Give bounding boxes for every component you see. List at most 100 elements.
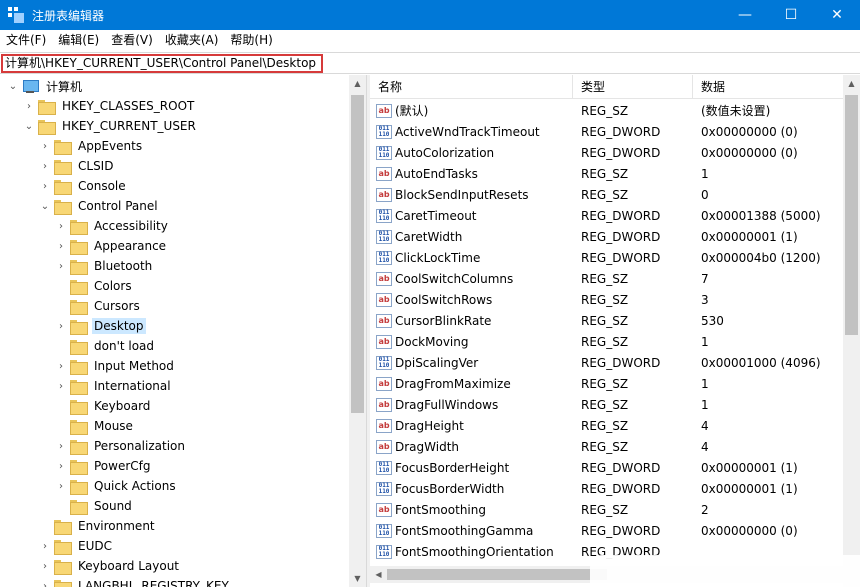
tree-item[interactable]: › Accessibility	[56, 216, 170, 236]
value-data: 0x00000000 (0)	[701, 145, 798, 160]
value-list[interactable]: 名称 类型 数据 ab (默认) REG_SZ (数值未设置) 011 110 Activ…	[370, 75, 843, 587]
tree-item[interactable]: › Bluetooth	[56, 256, 154, 276]
tree-item[interactable]: ⌄ Control Panel	[40, 196, 160, 216]
chevron-right-icon[interactable]: ›	[40, 136, 50, 156]
chevron-right-icon[interactable]: ›	[56, 436, 66, 456]
tree-item[interactable]: › International	[56, 376, 173, 396]
value-row[interactable]: 011 110 ClickLockTime REG_DWORD 0x000004b0 …	[370, 247, 843, 268]
chevron-right-icon[interactable]: ›	[24, 96, 34, 116]
minimize-button[interactable]: —	[722, 0, 768, 30]
tree-item[interactable]: Sound	[56, 496, 134, 516]
chevron-down-icon[interactable]: ⌄	[24, 116, 34, 136]
list-hscroll-thumb[interactable]	[387, 569, 607, 580]
menu-view[interactable]: 查看(V)	[105, 30, 159, 51]
chevron-right-icon[interactable]: ›	[56, 476, 66, 496]
tree-item[interactable]: Keyboard	[56, 396, 152, 416]
tree-item[interactable]: › HKEY_CLASSES_ROOT	[24, 96, 196, 116]
tree-item-label: CLSID	[78, 159, 114, 173]
chevron-right-icon[interactable]: ›	[56, 256, 66, 276]
value-row[interactable]: 011 110 CaretTimeout REG_DWORD 0x00001388 (…	[370, 205, 843, 226]
chevron-right-icon[interactable]: ›	[56, 456, 66, 476]
tree-item[interactable]: › EUDC	[40, 536, 114, 556]
value-row[interactable]: ab (默认) REG_SZ (数值未设置)	[370, 100, 843, 121]
chevron-right-icon[interactable]: ›	[40, 156, 50, 176]
scroll-left-arrow-icon[interactable]: ◀	[370, 566, 387, 583]
value-row[interactable]: ab DragHeight REG_SZ 4	[370, 415, 843, 436]
address-bar[interactable]: 计算机\HKEY_CURRENT_USER\Control Panel\Desk…	[0, 52, 860, 74]
value-row[interactable]: 011 110 AutoColorization REG_DWORD 0x000000…	[370, 142, 843, 163]
chevron-right-icon[interactable]: ›	[56, 356, 66, 376]
value-row[interactable]: ab DockMoving REG_SZ 1	[370, 331, 843, 352]
tree-item[interactable]: › Quick Actions	[56, 476, 178, 496]
chevron-right-icon[interactable]: ›	[56, 376, 66, 396]
scroll-up-arrow-icon[interactable]: ▲	[843, 75, 860, 92]
chevron-right-icon[interactable]: ›	[40, 536, 50, 556]
chevron-right-icon[interactable]: ›	[40, 576, 50, 587]
tree-item[interactable]: › Input Method	[56, 356, 176, 376]
scroll-up-arrow-icon[interactable]: ▲	[349, 75, 366, 92]
menu-edit[interactable]: 编辑(E)	[52, 30, 105, 51]
tree-item[interactable]: › AppEvents	[40, 136, 144, 156]
tree-item[interactable]: › LANGBHL_REGISTRY_KEY	[40, 576, 231, 587]
tree-item[interactable]: Cursors	[56, 296, 142, 316]
tree-item-label: Environment	[78, 519, 155, 533]
tree-item[interactable]: ⌄ HKEY_CURRENT_USER	[24, 116, 198, 136]
tree-item[interactable]: › PowerCfg	[56, 456, 153, 476]
value-row[interactable]: ab DragFullWindows REG_SZ 1	[370, 394, 843, 415]
value-name: FontSmoothing	[395, 502, 486, 517]
key-tree[interactable]: ⌄ 计算机 › HKEY_CLASSES_ROOT ⌄ HKEY_CURRENT_USER…	[0, 75, 366, 587]
string-value-icon: ab	[376, 292, 392, 307]
column-type-header[interactable]: 类型	[573, 75, 693, 99]
tree-item[interactable]: › Appearance	[56, 236, 168, 256]
tree-item[interactable]: › Personalization	[56, 436, 187, 456]
chevron-right-icon[interactable]: ›	[56, 236, 66, 256]
value-row[interactable]: 011 110 FontSmoothingGamma REG_DWORD 0x0000…	[370, 520, 843, 541]
value-row[interactable]: 011 110 CaretWidth REG_DWORD 0x00000001 (1)	[370, 226, 843, 247]
chevron-down-icon[interactable]: ⌄	[8, 76, 18, 96]
menu-help[interactable]: 帮助(H)	[224, 30, 278, 51]
folder-icon	[38, 119, 56, 135]
list-scrollbar[interactable]: ▲	[843, 75, 860, 587]
tree-item[interactable]: don't load	[56, 336, 156, 356]
value-type: REG_SZ	[581, 292, 629, 307]
value-row[interactable]: ab CoolSwitchRows REG_SZ 3	[370, 289, 843, 310]
value-row[interactable]: ab BlockSendInputResets REG_SZ 0	[370, 184, 843, 205]
tree-item[interactable]: Colors	[56, 276, 134, 296]
folder-icon	[70, 399, 88, 415]
tree-scrollbar[interactable]: ▲ ▼	[349, 75, 366, 587]
chevron-down-icon[interactable]: ⌄	[40, 196, 50, 216]
chevron-right-icon[interactable]: ›	[56, 316, 66, 336]
column-name-header[interactable]: 名称	[370, 75, 573, 99]
value-row[interactable]: ab DragFromMaximize REG_SZ 1	[370, 373, 843, 394]
value-row[interactable]: ab FontSmoothing REG_SZ 2	[370, 499, 843, 520]
value-row[interactable]: 011 110 ActiveWndTrackTimeout REG_DWORD 0x0…	[370, 121, 843, 142]
value-row[interactable]: 011 110 FocusBorderWidth REG_DWORD 0x000000…	[370, 478, 843, 499]
tree-item[interactable]: Mouse	[56, 416, 135, 436]
value-data: 0x00000000 (0)	[701, 523, 798, 538]
value-data: 1	[701, 376, 709, 391]
value-row[interactable]: 011 110 DpiScalingVer REG_DWORD 0x00001000 …	[370, 352, 843, 373]
tree-item[interactable]: › Desktop	[56, 316, 146, 336]
value-row[interactable]: ab CoolSwitchColumns REG_SZ 7	[370, 268, 843, 289]
maximize-button[interactable]: ☐	[768, 0, 814, 30]
tree-item[interactable]: › Console	[40, 176, 128, 196]
tree-item[interactable]: ⌄ 计算机	[8, 76, 84, 96]
tree-scroll-thumb[interactable]	[351, 95, 364, 413]
menu-favorites[interactable]: 收藏夹(A)	[159, 30, 225, 51]
chevron-right-icon[interactable]: ›	[40, 556, 50, 576]
tree-item[interactable]: › CLSID	[40, 156, 115, 176]
tree-item[interactable]: › Keyboard Layout	[40, 556, 181, 576]
scroll-down-arrow-icon[interactable]: ▼	[349, 570, 366, 587]
value-name: CaretWidth	[395, 229, 463, 244]
value-row[interactable]: ab AutoEndTasks REG_SZ 1	[370, 163, 843, 184]
column-data-header[interactable]: 数据	[693, 75, 843, 99]
chevron-right-icon[interactable]: ›	[40, 176, 50, 196]
close-button[interactable]: ✕	[814, 0, 860, 30]
value-row[interactable]: ab CursorBlinkRate REG_SZ 530	[370, 310, 843, 331]
tree-item[interactable]: Environment	[40, 516, 157, 536]
menu-file[interactable]: 文件(F)	[0, 30, 52, 51]
value-row[interactable]: 011 110 FocusBorderHeight REG_DWORD 0x00000…	[370, 457, 843, 478]
list-scroll-thumb[interactable]	[845, 95, 858, 335]
value-row[interactable]: ab DragWidth REG_SZ 4	[370, 436, 843, 457]
chevron-right-icon[interactable]: ›	[56, 216, 66, 236]
